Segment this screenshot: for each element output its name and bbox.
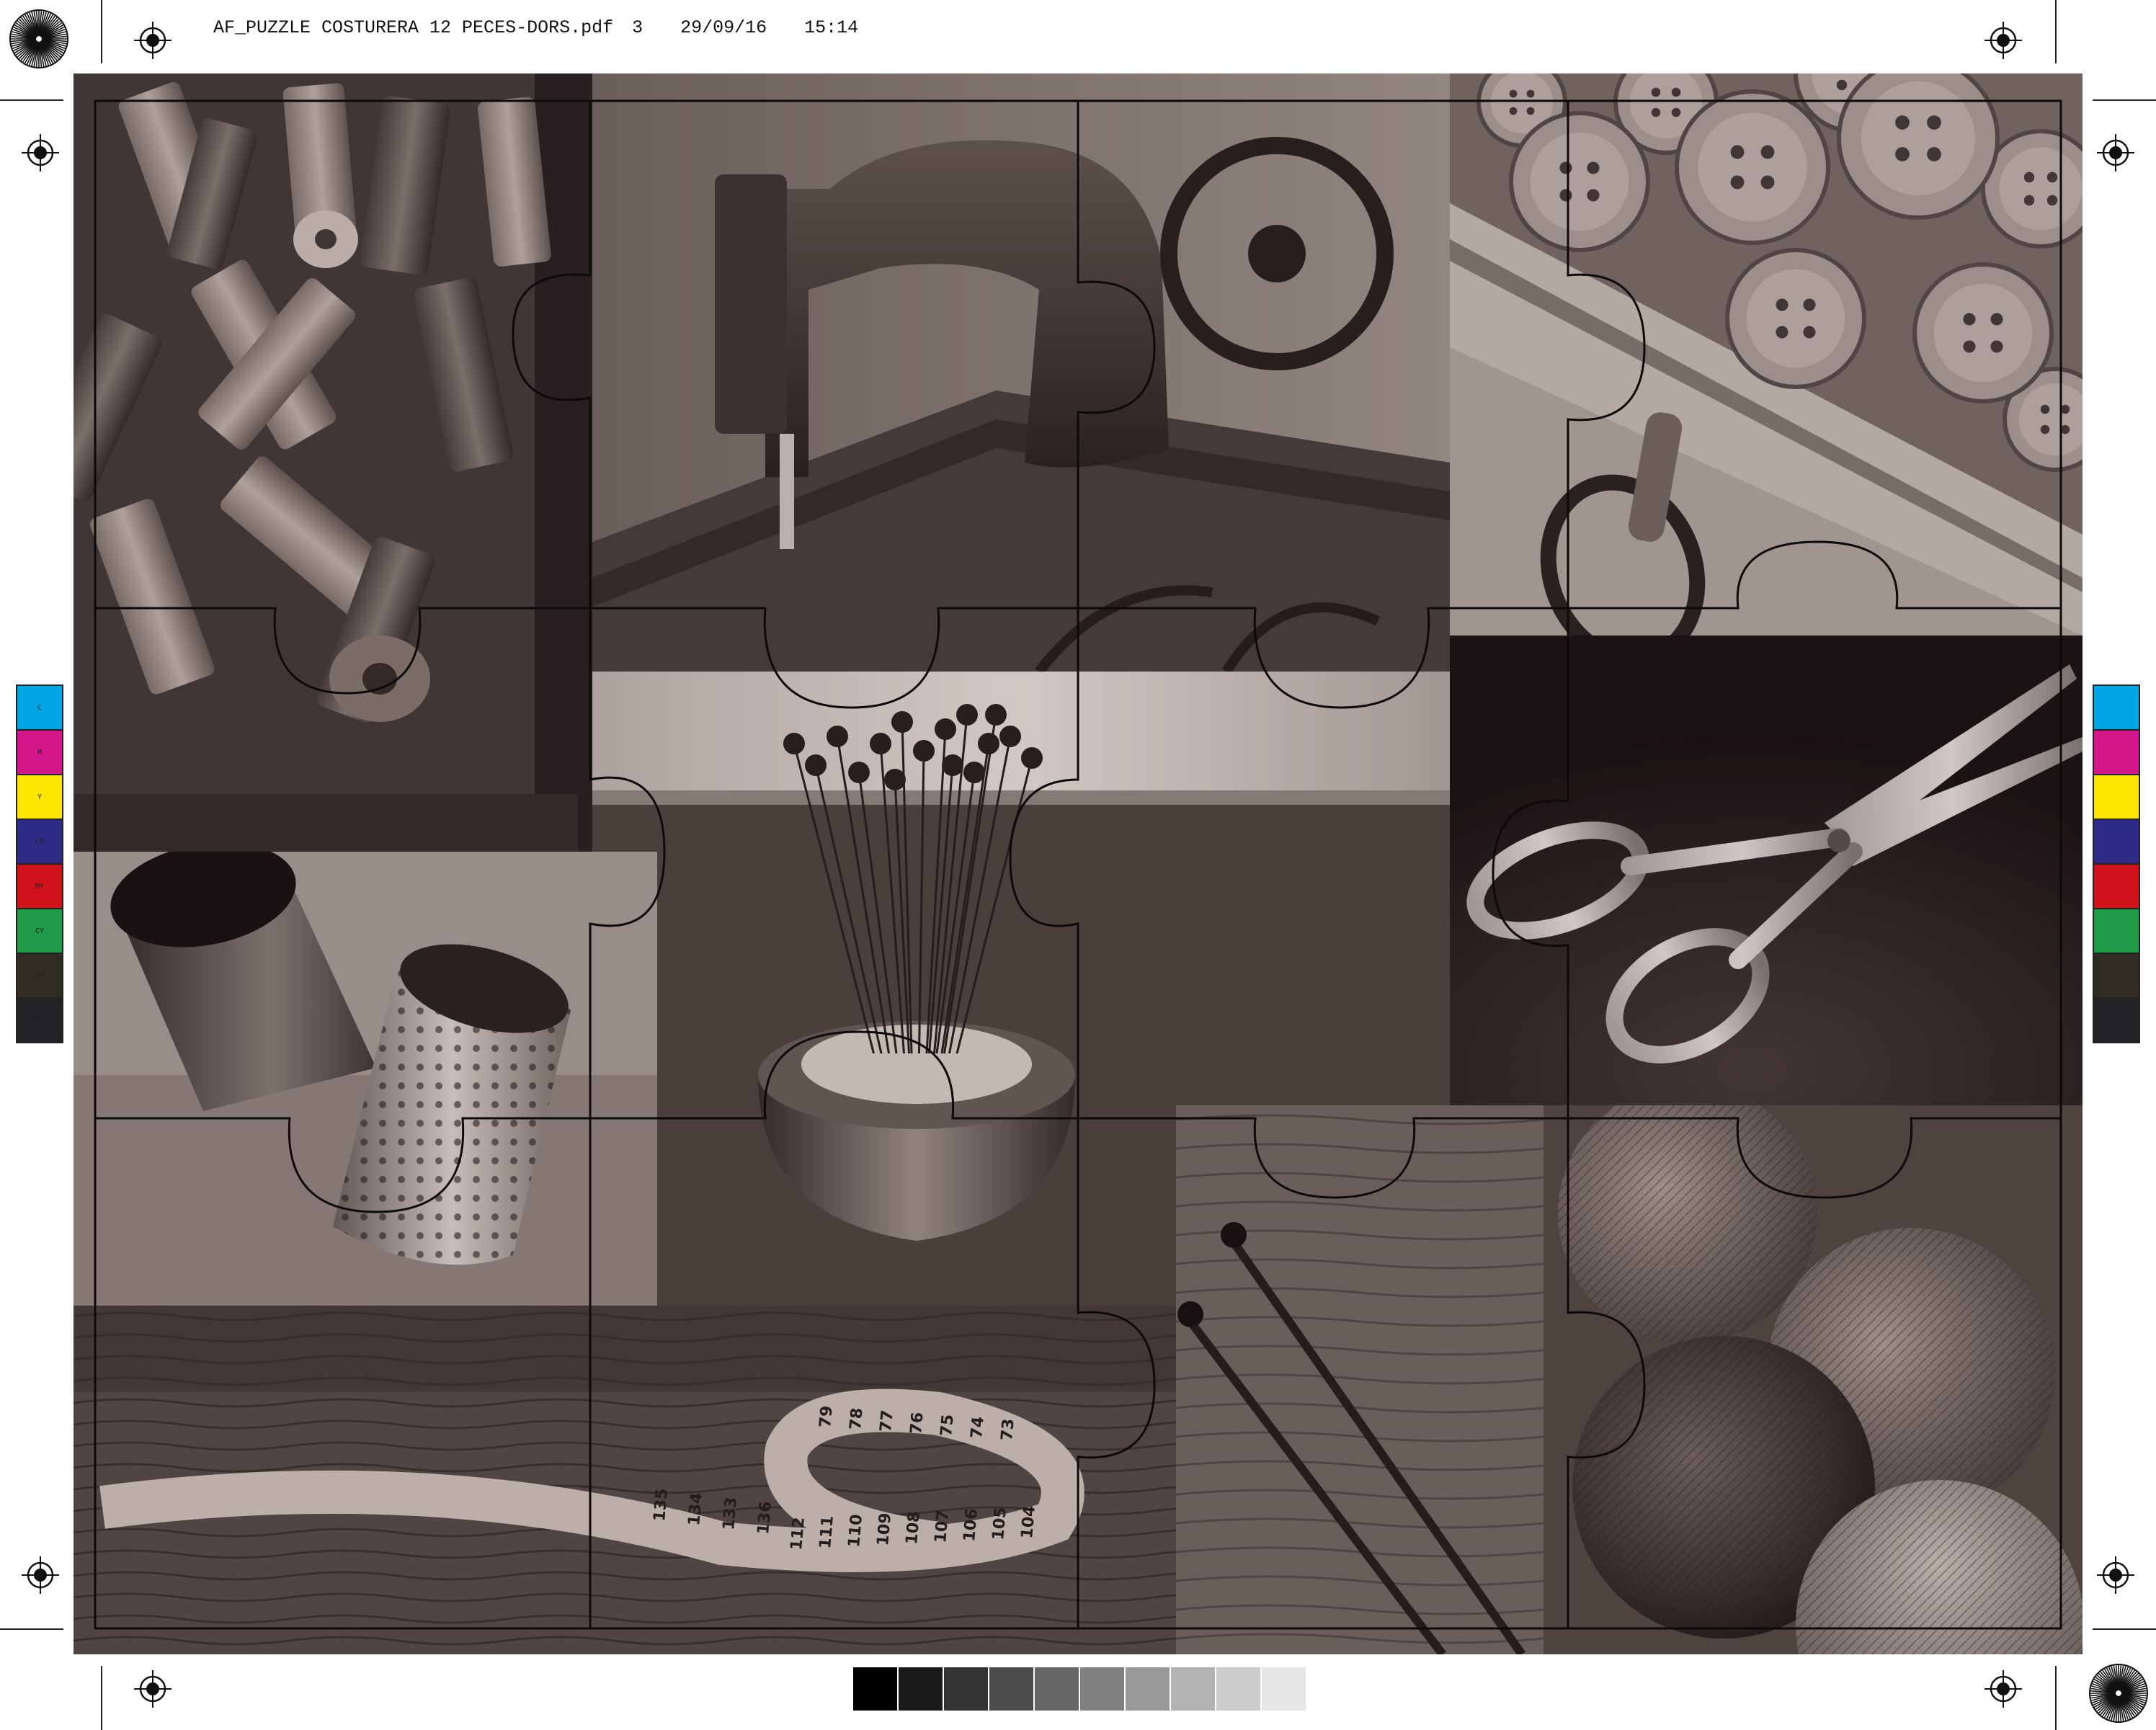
trim-mark: [2093, 1628, 2156, 1630]
trim-mark: [2055, 0, 2057, 63]
color-control-bar-right: [2093, 685, 2140, 1043]
puzzle-cut-lines: [94, 99, 2062, 1630]
color-patch-right-7: [2094, 954, 2139, 999]
gray-step-7: [1126, 1667, 1170, 1711]
trim-mark: [0, 1628, 63, 1630]
registration-mark-icon: [134, 22, 172, 59]
trim-mark: [2055, 1666, 2057, 1730]
puzzle-artwork: 135 134 133 136 112 111 110 109 108 107 106 105 104 7…: [74, 73, 2082, 1654]
color-patch-right-5: [2094, 865, 2139, 909]
trim-mark: [101, 0, 102, 63]
trim-mark: [101, 1666, 102, 1730]
color-patch-right-3: [2094, 775, 2139, 820]
starburst-icon: [9, 9, 68, 68]
slug-time: 15:14: [804, 17, 859, 38]
color-patch-left-1: C: [17, 686, 62, 731]
color-patch-left-5: MY: [17, 865, 62, 909]
slug-line: AF_PUZZLE COSTURERA 12 PECES-DORS.pdf 3 …: [213, 17, 877, 39]
color-patch-right-6: [2094, 909, 2139, 954]
trim-mark: [2093, 99, 2156, 101]
registration-mark-icon: [2097, 134, 2134, 171]
color-patch-left-2: M: [17, 731, 62, 775]
gray-step-2: [899, 1667, 943, 1711]
gray-step-6: [1080, 1667, 1124, 1711]
color-patch-right-2: [2094, 731, 2139, 775]
registration-mark-icon: [22, 134, 59, 171]
gray-step-1: [853, 1667, 897, 1711]
gray-step-3: [944, 1667, 988, 1711]
registration-mark-icon: [1984, 1670, 2022, 1708]
color-patch-label: Y: [37, 793, 43, 801]
trim-mark: [0, 99, 63, 101]
color-patch-right-1: [2094, 686, 2139, 731]
color-patch-left-8: K: [17, 999, 62, 1042]
gray-step-4: [989, 1667, 1033, 1711]
slug-page: 3: [632, 17, 643, 38]
registration-mark-icon: [134, 1670, 172, 1708]
color-patch-label: CMY: [32, 971, 47, 980]
starburst-icon: [2089, 1664, 2148, 1723]
gray-step-5: [1035, 1667, 1079, 1711]
color-patch-left-3: Y: [17, 775, 62, 820]
color-patch-label: CM: [35, 837, 45, 846]
color-patch-left-6: CY: [17, 909, 62, 954]
gray-step-10: [1262, 1667, 1306, 1711]
registration-mark-icon: [2097, 1556, 2134, 1594]
color-patch-right-8: [2094, 999, 2139, 1042]
color-patch-label: CY: [35, 927, 45, 935]
slug-filename: AF_PUZZLE COSTURERA 12 PECES-DORS.pdf: [213, 17, 614, 38]
registration-mark-icon: [1984, 22, 2022, 59]
gray-step-bar: [853, 1667, 1307, 1711]
color-patch-label: M: [37, 748, 43, 757]
color-patch-left-4: CM: [17, 820, 62, 865]
color-control-bar-left: C M Y CM MY CY CMY K: [16, 685, 63, 1043]
gray-step-8: [1171, 1667, 1215, 1711]
color-patch-left-7: CMY: [17, 954, 62, 999]
gray-step-9: [1216, 1667, 1260, 1711]
color-patch-label: K: [37, 1016, 43, 1025]
registration-mark-icon: [22, 1556, 59, 1594]
slug-date: 29/09/16: [680, 17, 767, 38]
color-patch-right-4: [2094, 820, 2139, 865]
color-patch-label: MY: [35, 882, 45, 891]
color-patch-label: C: [37, 703, 43, 712]
